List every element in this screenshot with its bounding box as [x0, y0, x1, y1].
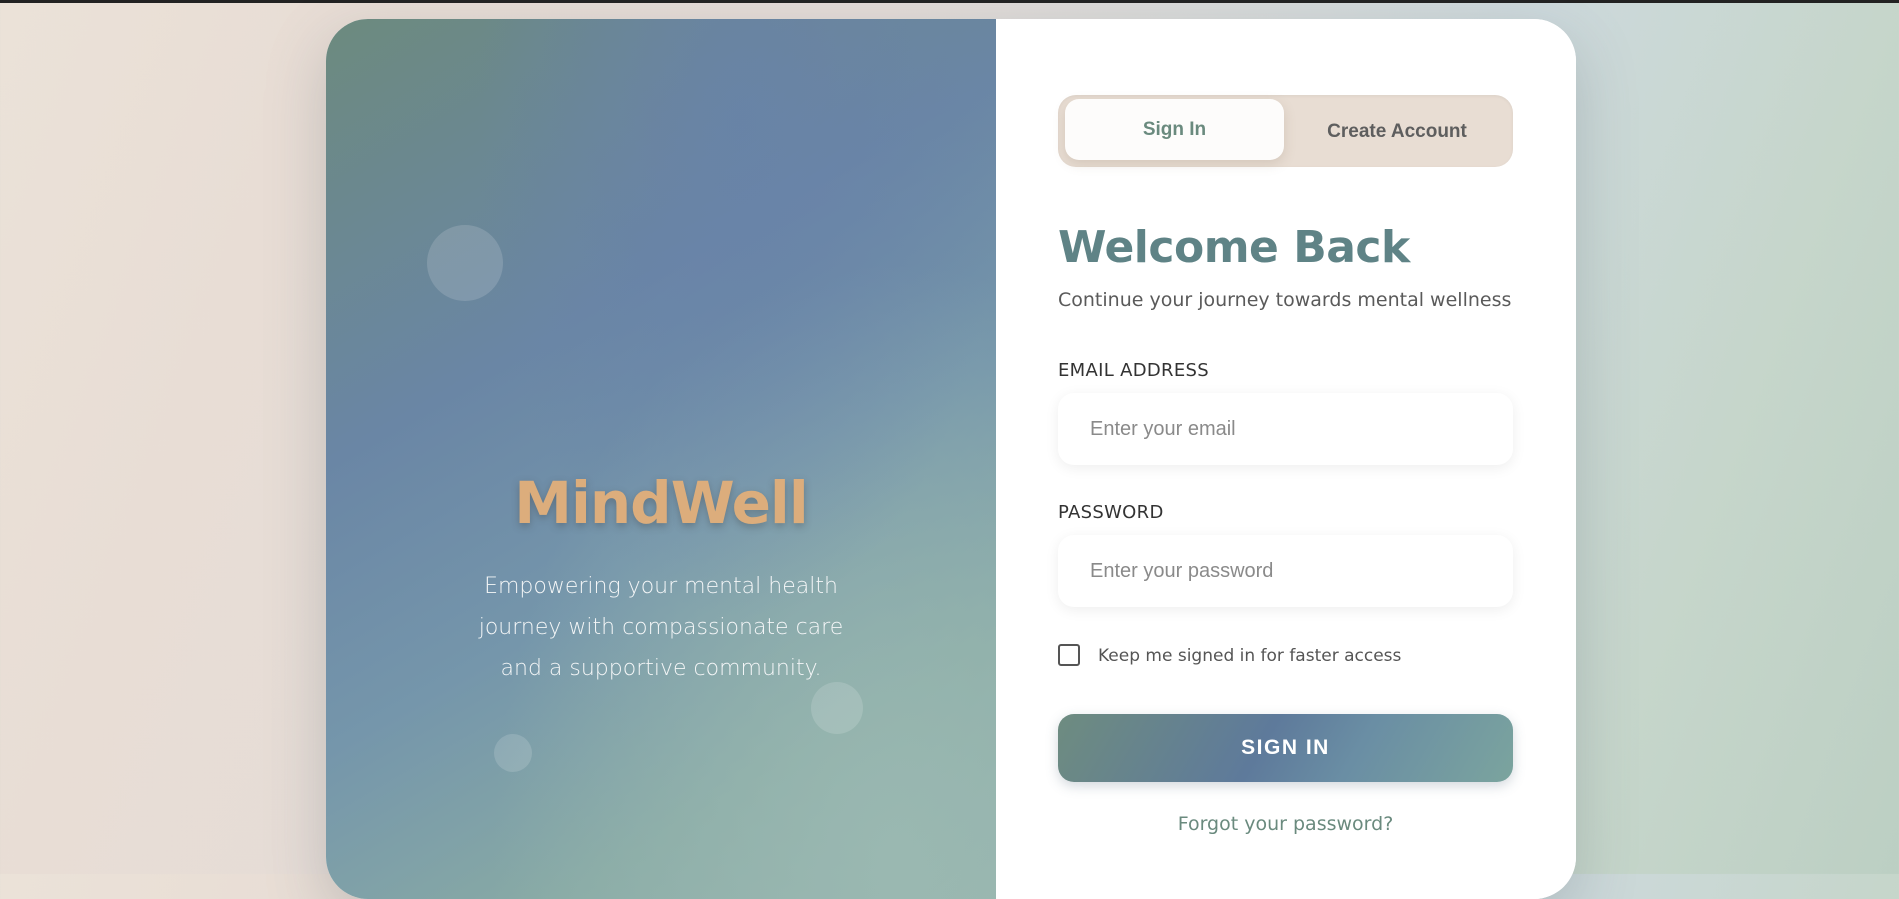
remember-me-checkbox[interactable]: [1058, 644, 1080, 666]
auth-form-panel: Sign In Create Account Welcome Back Cont…: [996, 19, 1576, 899]
sign-in-button[interactable]: SIGN IN: [1058, 714, 1513, 782]
page-subtitle: Continue your journey towards mental wel…: [1058, 289, 1512, 311]
brand-tagline: Empowering your mental health journey wi…: [478, 574, 844, 681]
tab-sign-in[interactable]: Sign In: [1065, 99, 1284, 160]
brand-panel: MindWell Empowering your mental health j…: [326, 19, 996, 899]
decorative-bubble: [427, 225, 503, 301]
forgot-password-link[interactable]: Forgot your password?: [1058, 813, 1513, 835]
password-field[interactable]: [1058, 535, 1513, 607]
auth-tabs: Sign In Create Account: [1058, 95, 1513, 167]
window-top-border: [0, 0, 1899, 3]
password-label: PASSWORD: [1058, 502, 1164, 523]
auth-card: MindWell Empowering your mental health j…: [326, 19, 1576, 899]
brand-logo: MindWell: [514, 469, 808, 537]
decorative-bubble: [811, 682, 863, 734]
email-label: EMAIL ADDRESS: [1058, 360, 1209, 381]
page-title: Welcome Back: [1058, 222, 1410, 273]
email-field[interactable]: [1058, 393, 1513, 465]
remember-me-label[interactable]: Keep me signed in for faster access: [1098, 646, 1401, 666]
decorative-bubble: [494, 734, 532, 772]
tab-create-account[interactable]: Create Account: [1284, 101, 1510, 162]
